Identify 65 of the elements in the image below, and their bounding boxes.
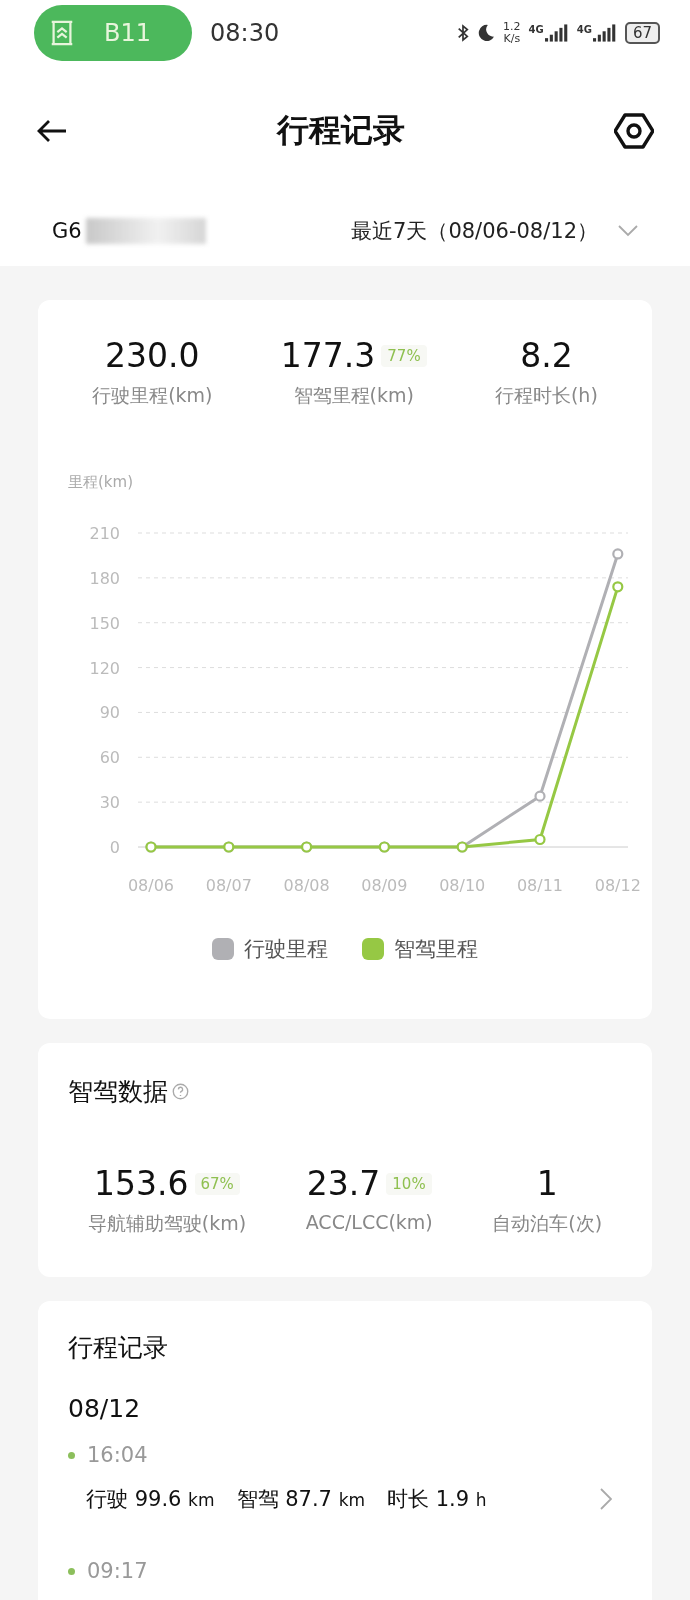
- data-point: [534, 833, 546, 846]
- trip-time: 16:04: [87, 1443, 148, 1467]
- y-tick-label: 180: [89, 568, 120, 588]
- x-tick-label: 08/06: [127, 876, 175, 895]
- trip-row[interactable]: 行驶 99.6 km 智驾 87.7 km 时长 1.9 h: [68, 1467, 622, 1539]
- stat-label: 行驶里程(km): [92, 383, 213, 408]
- y-tick-label: 60: [99, 748, 120, 768]
- x-tick-label: 08/08: [283, 876, 330, 895]
- legend-label: 行驶里程: [244, 936, 328, 963]
- y-tick-label: 0: [109, 838, 120, 857]
- stat-value: 153.6: [94, 1164, 189, 1203]
- moon-icon: [477, 24, 496, 42]
- speed-value: 1.2: [503, 21, 521, 33]
- stat-value: 1: [536, 1164, 558, 1203]
- bluetooth-icon: [457, 24, 470, 42]
- data-point: [612, 581, 624, 593]
- stat-label: 自动泊车(次): [492, 1211, 603, 1236]
- chevron-right-icon: [600, 1488, 612, 1510]
- stat-value: 177.3: [280, 336, 376, 375]
- section-title: 行程记录: [68, 1332, 169, 1364]
- stat-value: 23.7: [306, 1164, 381, 1203]
- data-point: [534, 790, 546, 802]
- stat-label: 导航辅助驾驶(km): [87, 1211, 247, 1236]
- section-title: 智驾数据: [68, 1076, 168, 1108]
- network-label: 4G: [528, 24, 544, 35]
- page-title: 行程记录: [277, 110, 405, 151]
- data-point: [612, 548, 624, 560]
- stat-label: 智驾里程(km): [293, 383, 414, 408]
- vehicle-name: G6: [52, 219, 82, 243]
- y-tick-label: 150: [89, 613, 120, 633]
- battery-level: 67: [624, 22, 660, 44]
- trip-time: 09:17: [87, 1559, 148, 1583]
- clock-time: 08:30: [210, 19, 280, 47]
- stat-label: ACC/LCC(km): [305, 1211, 433, 1233]
- stat-value: 230.0: [105, 336, 200, 375]
- axis-title: 里程(km): [68, 473, 133, 491]
- network-label: 4G: [576, 24, 592, 35]
- signal-icon: [544, 24, 569, 42]
- trip-metric: 时长 1.9 h: [387, 1486, 487, 1513]
- trip-metric: 智驾 87.7 km: [236, 1486, 366, 1513]
- trip-date: 08/12: [68, 1394, 142, 1423]
- timeline-dot: [68, 1567, 75, 1575]
- settings-icon[interactable]: [614, 111, 654, 151]
- chevron-down-icon: [618, 225, 638, 237]
- signal-icon: [592, 24, 617, 42]
- back-arrow-icon[interactable]: [36, 119, 68, 143]
- x-tick-label: 08/07: [205, 876, 252, 895]
- speed-unit: K/s: [503, 33, 521, 45]
- timeline-dot: [68, 1451, 75, 1459]
- y-tick-label: 30: [99, 793, 120, 813]
- stat-value: 8.2: [520, 336, 573, 375]
- percent-badge: 10%: [386, 1172, 432, 1195]
- y-tick-label: 90: [99, 703, 120, 723]
- x-tick-label: 08/12: [594, 876, 641, 895]
- x-tick-label: 08/10: [439, 876, 486, 895]
- legend-label: 智驾里程: [394, 936, 478, 963]
- trip-metric: 行驶 99.6 km: [86, 1486, 215, 1513]
- x-tick-label: 08/09: [361, 876, 408, 895]
- stat-label: 行程时长(h): [494, 383, 598, 408]
- x-tick-label: 08/11: [516, 876, 564, 895]
- y-tick-label: 210: [89, 524, 120, 543]
- percent-badge: 77%: [381, 344, 427, 367]
- percent-badge: 67%: [194, 1172, 240, 1195]
- period-dropdown[interactable]: 最近7天（08/06-08/12）: [351, 217, 638, 245]
- y-tick-label: 120: [89, 658, 120, 678]
